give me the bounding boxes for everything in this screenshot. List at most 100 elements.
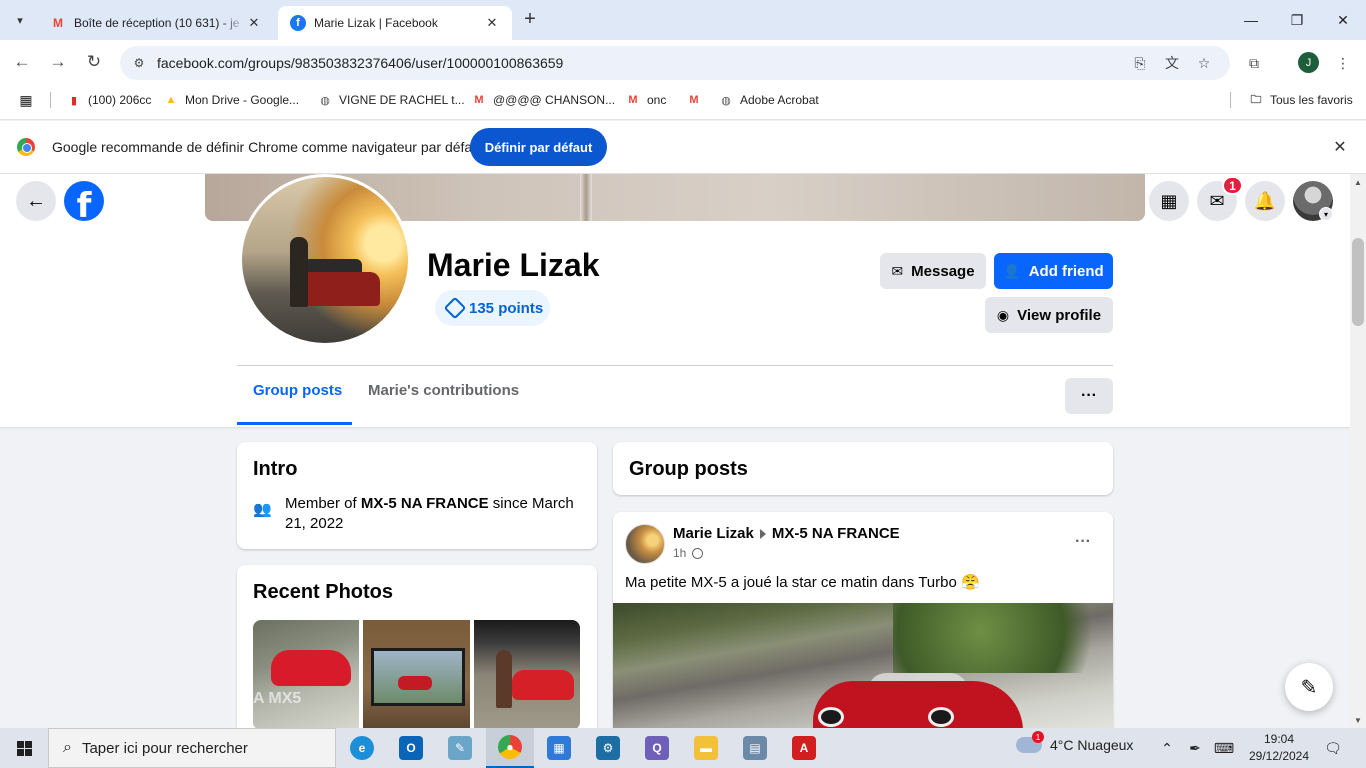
close-window-button[interactable]: ✕ <box>1329 8 1357 32</box>
bookmark-label: (100) 206cc <box>88 93 152 107</box>
taskbar-acrobat[interactable]: A <box>780 728 828 768</box>
infobar-text: Google recommande de définir Chrome comm… <box>52 139 484 155</box>
post-time[interactable]: 1h <box>673 546 686 560</box>
forward-button[interactable]: → <box>46 50 70 74</box>
pen-icon[interactable]: ✒ <box>1185 738 1205 758</box>
bookmark-google-drive[interactable]: ▲ Mon Drive - Google... <box>163 91 300 109</box>
post-image[interactable] <box>613 603 1113 728</box>
car <box>512 670 574 700</box>
url-text[interactable]: facebook.com/groups/983503832376406/user… <box>157 55 563 71</box>
notification-center-icon[interactable]: 🗨 <box>1322 738 1344 758</box>
extensions-icon[interactable]: ⧉ <box>1243 52 1265 74</box>
recent-photo[interactable] <box>363 620 470 728</box>
taskbar-chrome[interactable]: ● <box>486 728 534 768</box>
bookmark-label: Mon Drive - Google... <box>185 93 300 107</box>
translate-icon[interactable]: 文 <box>1161 52 1183 74</box>
taskbar-outlook[interactable]: O <box>387 728 435 768</box>
weather-widget[interactable]: 1 4°C Nuageux <box>1016 731 1134 753</box>
post-more-button[interactable]: ··· <box>1069 530 1097 554</box>
message-button[interactable]: ✉ Message <box>880 253 986 289</box>
tab-search-button[interactable]: ▾ <box>8 8 32 32</box>
bookmark-206cc[interactable]: ▮ (100) 206cc <box>66 91 151 109</box>
chevron-down-icon: ▾ <box>17 14 23 27</box>
back-button[interactable]: ← <box>10 50 34 74</box>
facebook-logo-icon[interactable]: f <box>64 181 104 221</box>
restore-button[interactable]: ❐ <box>1283 8 1311 32</box>
taskbar-search-box[interactable]: ⌕ Taper ici pour rechercher <box>48 728 336 768</box>
minimize-button[interactable]: — <box>1237 8 1265 32</box>
reload-button[interactable]: ↻ <box>82 50 106 74</box>
bookmark-adobe-acrobat[interactable]: ◍ Adobe Acrobat <box>718 91 819 109</box>
windows-logo-icon <box>16 740 32 756</box>
intro-prefix: Member of <box>285 495 361 512</box>
scrollbar-thumb[interactable] <box>1352 238 1364 326</box>
set-default-button[interactable]: Définir par défaut <box>470 128 607 166</box>
taskbar-edge[interactable]: e <box>338 728 386 768</box>
install-app-icon[interactable]: ⎘ <box>1129 52 1151 74</box>
chrome-menu-icon[interactable]: ⋮ <box>1332 52 1354 74</box>
bookmark-gmail[interactable]: M <box>686 91 708 109</box>
notifications-bell-icon[interactable]: 🔔 <box>1245 181 1285 221</box>
all-bookmarks[interactable]: 🗀 Tous les favoris <box>1248 91 1353 109</box>
taskbar-app-blue[interactable]: ⚙ <box>584 728 632 768</box>
more-options-button[interactable]: ··· <box>1065 378 1113 414</box>
bookmark-label: onc <box>647 93 667 107</box>
chrome-profile-avatar[interactable]: J <box>1298 52 1319 73</box>
chrome-icon: ● <box>498 735 522 759</box>
close-icon[interactable]: ✕ <box>246 15 262 31</box>
profile-picture[interactable] <box>239 174 411 346</box>
post-card: Marie Lizak MX-5 NA FRANCE 1h ··· Ma pet… <box>613 512 1113 728</box>
scroll-down-arrow-icon[interactable]: ▼ <box>1352 714 1364 726</box>
gmail-icon: M <box>474 94 484 106</box>
taskbar-app-gray[interactable]: ▤ <box>731 728 779 768</box>
keyboard-icon[interactable]: ⌨ <box>1214 738 1234 758</box>
chevron-up-icon[interactable]: ⌃ <box>1157 738 1177 758</box>
new-tab-button[interactable]: + <box>520 9 540 30</box>
post-author-avatar[interactable] <box>625 524 665 564</box>
tab-facebook[interactable]: f Marie Lizak | Facebook ✕ <box>278 6 512 40</box>
taskbar-file-explorer[interactable]: ▬ <box>682 728 730 768</box>
tab-marie-contributions[interactable]: Marie's contributions <box>368 382 519 399</box>
server-app-icon: ▤ <box>743 736 767 760</box>
bookmark-label: Tous les favoris <box>1270 93 1353 107</box>
tab-gmail[interactable]: M Boîte de réception (10 631) - je ✕ <box>38 6 274 40</box>
back-arrow-icon[interactable]: ← <box>16 181 56 221</box>
recent-photo[interactable] <box>474 620 580 728</box>
post-group-name[interactable]: MX-5 NA FRANCE <box>772 525 900 542</box>
recent-photo[interactable]: A MX5 <box>253 620 359 728</box>
chevron-down-icon[interactable]: ▾ <box>1319 207 1333 221</box>
divider <box>1230 92 1231 108</box>
bookmark-star-icon[interactable]: ☆ <box>1193 52 1215 74</box>
drive-icon: ▲ <box>165 94 177 106</box>
taskbar-app-purple[interactable]: Q <box>633 728 681 768</box>
taskbar-store[interactable]: ▦ <box>535 728 583 768</box>
start-button[interactable] <box>0 728 48 768</box>
post-meta: 1h <box>673 546 704 560</box>
site-info-icon[interactable]: ⚙ <box>130 54 148 72</box>
tab-group-posts[interactable]: Group posts <box>253 382 342 399</box>
post-author-name[interactable]: Marie Lizak <box>673 525 754 542</box>
scroll-up-arrow-icon[interactable]: ▲ <box>1352 176 1364 188</box>
bookmark-onc[interactable]: Monc <box>625 91 666 109</box>
apps-icon[interactable]: ▦ <box>18 91 40 109</box>
post-text: Ma petite MX-5 a joué la star ce matin d… <box>625 574 980 591</box>
divider <box>50 92 51 108</box>
points-badge[interactable]: 135 points <box>435 290 550 326</box>
store-icon: ▦ <box>547 736 571 760</box>
group-posts-header: Group posts <box>613 442 1113 495</box>
view-profile-button[interactable]: ◉ View profile <box>985 297 1113 333</box>
page-viewport: ← f ▦ ✉ 1 🔔 ▾ Marie Lizak 135 points ✉ M… <box>0 174 1350 728</box>
new-message-compose-icon[interactable]: ✎ <box>1285 663 1333 711</box>
intro-group-link[interactable]: MX-5 NA FRANCE <box>361 495 489 512</box>
taskbar-notes[interactable]: ✎ <box>436 728 484 768</box>
taskbar-clock[interactable]: 19:04 29/12/2024 <box>1244 731 1314 765</box>
bookmark-vigne-de-rachel[interactable]: ◍ VIGNE DE RACHEL t... <box>317 91 465 109</box>
add-friend-button[interactable]: 👤 Add friend <box>994 253 1113 289</box>
bookmark-chanson[interactable]: M @@@@ CHANSON... <box>471 91 615 109</box>
bookmark-label: VIGNE DE RACHEL t... <box>339 93 465 107</box>
close-icon[interactable]: ✕ <box>1331 138 1349 156</box>
menu-grid-icon[interactable]: ▦ <box>1149 181 1189 221</box>
weather-text: 4°C Nuageux <box>1050 737 1134 753</box>
close-icon[interactable]: ✕ <box>484 15 500 31</box>
profile-name: Marie Lizak <box>427 247 600 283</box>
